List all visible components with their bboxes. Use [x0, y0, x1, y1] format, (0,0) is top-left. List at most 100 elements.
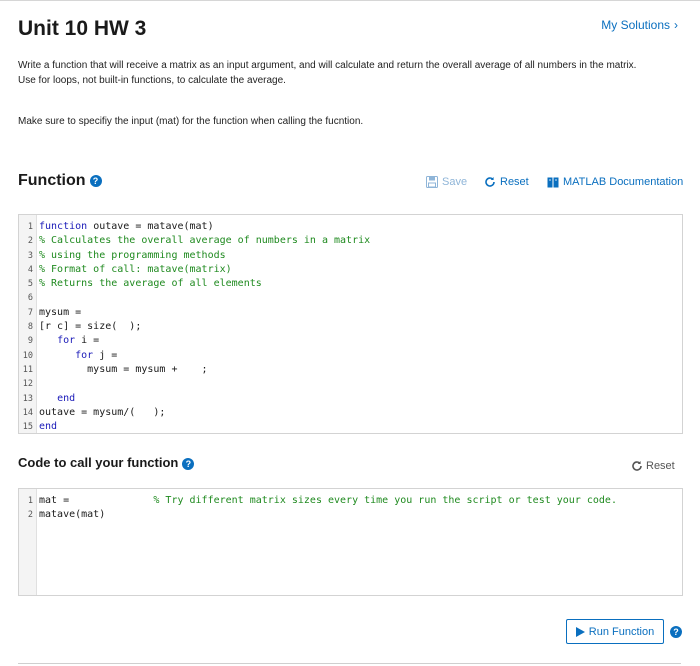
matlab-documentation-label: MATLAB Documentation [563, 176, 684, 188]
code-text: end [39, 420, 57, 434]
matlab-documentation-link[interactable]: MATLAB Documentation [547, 176, 683, 188]
code-line[interactable]: 13 end [19, 392, 682, 406]
code-text: mat = % Try different matrix sizes every… [39, 494, 617, 508]
code-text: % using the programming methods [39, 249, 226, 263]
line-number: 8 [27, 322, 33, 333]
top-divider [0, 0, 700, 1]
line-number: 10 [22, 350, 33, 361]
function-code-lines: 1 function outave = matave(mat) 2 % Calcula… [19, 220, 682, 434]
save-label: Save [442, 176, 468, 188]
code-line[interactable]: 9 for i = [19, 334, 682, 348]
call-note: Make sure to specifiy the input (mat) fo… [18, 116, 364, 127]
code-line[interactable]: 2 matave(mat) [19, 508, 682, 522]
code-text: mysum = [39, 306, 81, 320]
bottom-divider [18, 663, 681, 664]
line-number: 6 [27, 293, 33, 304]
code-token: [r c] = size( ); [39, 321, 142, 333]
code-line[interactable]: 12 [19, 377, 682, 391]
line-number: 11 [22, 364, 33, 375]
line-number: 14 [22, 407, 33, 418]
call-code-editor[interactable]: 1 mat = % Try different matrix sizes ever… [18, 488, 683, 596]
code-line[interactable]: 1 function outave = matave(mat) [19, 220, 682, 234]
call-reset-label: Reset [646, 460, 675, 472]
book-icon [547, 177, 559, 187]
code-keyword: for [57, 335, 76, 347]
code-text: for j = [39, 349, 117, 363]
page-title: Unit 10 HW 3 [18, 17, 147, 40]
help-icon[interactable]: ? [89, 174, 102, 187]
help-icon[interactable]: ? [670, 626, 682, 638]
code-line[interactable]: 15 end [19, 420, 682, 434]
code-keyword: end [57, 392, 76, 404]
play-icon [575, 626, 585, 637]
help-icon[interactable]: ? [182, 457, 195, 470]
line-number: 5 [27, 279, 33, 290]
code-line[interactable]: 2 % Calculates the overall average of num… [19, 234, 682, 248]
code-text: function outave = matave(mat) [39, 220, 214, 234]
code-text: for i = [39, 334, 99, 348]
line-number: 9 [27, 336, 33, 347]
code-comment: % Try different matrix sizes every time … [153, 495, 617, 506]
function-section-title: Function? [18, 172, 102, 190]
chevron-right-icon: › [674, 18, 678, 32]
call-section-title: Code to call your function? [18, 455, 195, 470]
code-line[interactable]: 10 for j = [19, 349, 682, 363]
code-text: [r c] = size( ); [39, 320, 141, 334]
code-comment: % Calculates the overall average of numb… [39, 235, 371, 247]
code-text: % Returns the average of all elements [39, 277, 262, 291]
function-title-text: Function [18, 172, 86, 189]
code-keyword: function [39, 221, 88, 232]
code-token: matave(mat) [39, 509, 106, 521]
code-text: mysum = mysum + ; [39, 363, 208, 377]
code-token: outave = matave(mat) [87, 221, 214, 232]
my-solutions-label: My Solutions [601, 18, 670, 32]
run-function-label: Run Function [588, 625, 655, 638]
line-number: 15 [22, 422, 33, 433]
code-token: mysum = mysum + ; [39, 363, 208, 375]
function-code-editor[interactable]: 1 function outave = matave(mat) 2 % Calcula… [18, 214, 683, 434]
function-reset-button[interactable]: Reset [484, 176, 529, 188]
code-comment: % Returns the average of all elements [39, 278, 262, 290]
code-token: mat = [39, 495, 154, 506]
reset-icon [632, 461, 642, 471]
code-token: i = [75, 335, 100, 347]
line-number: 2 [27, 510, 33, 521]
code-token: outave = mysum/( ); [39, 406, 166, 418]
reset-icon [485, 177, 495, 187]
description-line-2: Use for loops, not built-in functions, t… [18, 75, 286, 86]
code-text: outave = mysum/( ); [39, 406, 165, 420]
call-code-lines: 1 mat = % Try different matrix sizes ever… [19, 494, 682, 523]
line-number: 1 [27, 496, 33, 506]
code-text: end [39, 392, 75, 406]
line-number: 12 [22, 379, 33, 390]
code-line[interactable]: 11 mysum = mysum + ; [19, 363, 682, 377]
code-keyword: for [75, 349, 94, 361]
description-line-1: Write a function that will receive a mat… [18, 60, 637, 71]
line-number: 4 [27, 264, 33, 275]
my-solutions-link[interactable]: My Solutions › [601, 18, 678, 32]
line-number: 2 [27, 236, 33, 247]
call-title-text: Code to call your function [18, 455, 179, 470]
code-line[interactable]: 3 % using the programming methods [19, 249, 682, 263]
code-token: mysum = [39, 306, 82, 318]
code-comment: % using the programming methods [39, 249, 226, 261]
code-line[interactable]: 7 mysum = [19, 306, 682, 320]
save-button[interactable]: Save [426, 176, 467, 188]
code-token: j = [93, 349, 118, 361]
line-number: 1 [27, 222, 33, 232]
code-line[interactable]: 1 mat = % Try different matrix sizes ever… [19, 494, 682, 508]
code-line[interactable]: 5 % Returns the average of all elements [19, 277, 682, 291]
code-line[interactable]: 6 [19, 291, 682, 305]
line-number: 3 [27, 250, 33, 261]
code-line[interactable]: 14 outave = mysum/( ); [19, 406, 682, 420]
problem-description: Write a function that will receive a mat… [18, 58, 678, 88]
code-keyword: end [39, 421, 58, 433]
code-line[interactable]: 4 % Format of call: matave(matrix) [19, 263, 682, 277]
save-icon [426, 176, 438, 188]
run-function-button[interactable]: Run Function [566, 619, 664, 644]
code-line[interactable]: 8 [r c] = size( ); [19, 320, 682, 334]
call-reset-button[interactable]: Reset [631, 460, 675, 472]
